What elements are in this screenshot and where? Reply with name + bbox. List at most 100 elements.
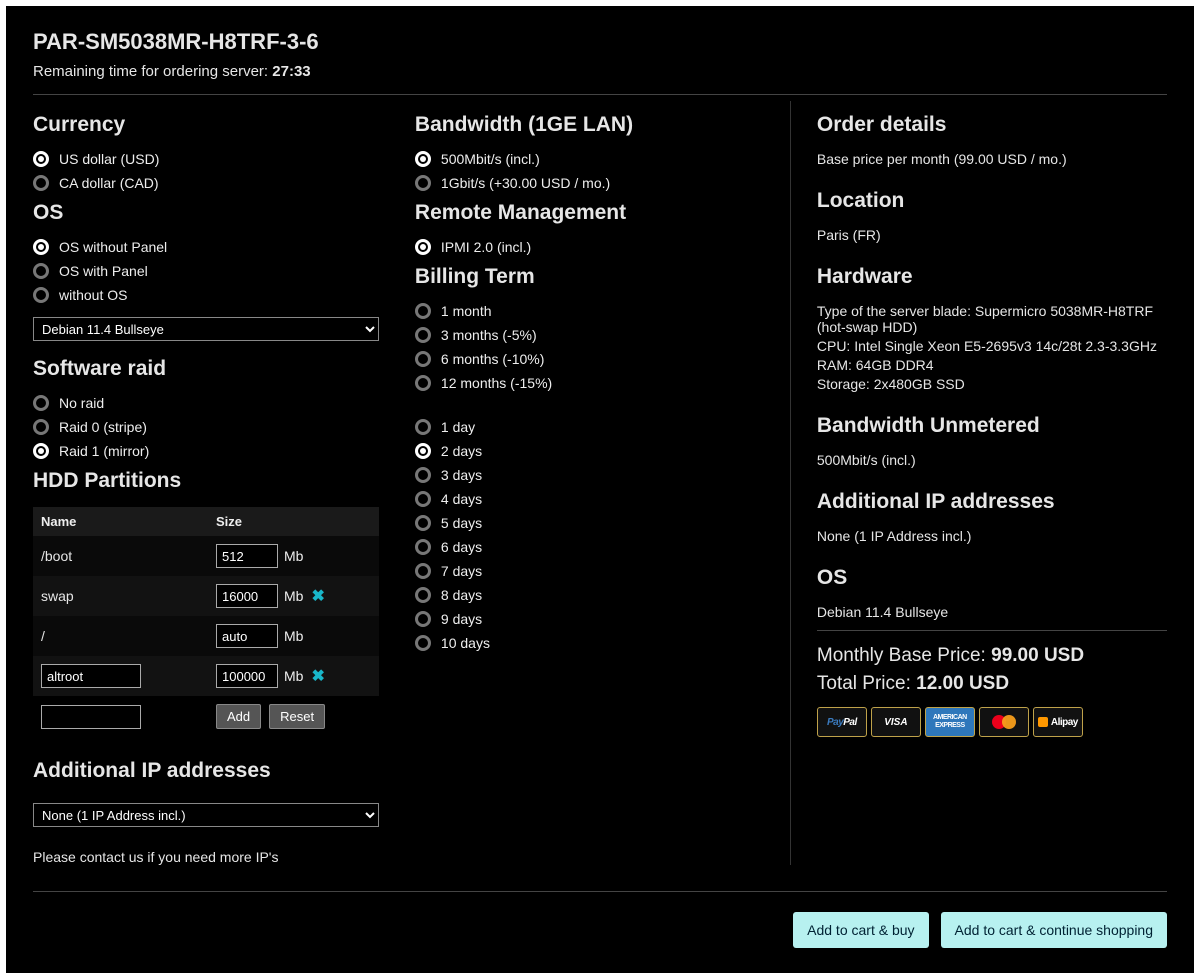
billing-day-option-8[interactable]: 9 days (415, 611, 780, 627)
os-mode-option-2[interactable]: without OS (33, 287, 401, 303)
remote-management-option-0[interactable]: IPMI 2.0 (incl.) (415, 239, 780, 255)
billing-day-label: 5 days (441, 515, 482, 531)
order-hardware-line: Storage: 2x480GB SSD (817, 376, 1167, 392)
order-bandwidth-heading: Bandwidth Unmetered (817, 414, 1167, 438)
payment-method-badges: PayPal VISA AMERICANEXPRESS Alipay (817, 707, 1167, 737)
bandwidth-label: 1Gbit/s (+30.00 USD / mo.) (441, 175, 610, 191)
radio-icon (33, 443, 49, 459)
radio-icon (33, 151, 49, 167)
raid-label: Raid 0 (stripe) (59, 419, 147, 435)
billing-term-heading: Billing Term (415, 265, 780, 289)
software-raid-heading: Software raid (33, 357, 401, 381)
billing-month-option-3[interactable]: 12 months (-15%) (415, 375, 780, 391)
order-hardware-line: Type of the server blade: Supermicro 503… (817, 303, 1167, 335)
bandwidth-option-0[interactable]: 500Mbit/s (incl.) (415, 151, 780, 167)
reset-partitions-button[interactable]: Reset (269, 704, 325, 729)
radio-icon (415, 539, 431, 555)
order-hardware-heading: Hardware (817, 265, 1167, 289)
partitions-col-size: Size (208, 507, 379, 536)
partition-size-input[interactable] (216, 544, 278, 568)
billing-day-option-0[interactable]: 1 day (415, 419, 780, 435)
os-mode-option-0[interactable]: OS without Panel (33, 239, 401, 255)
radio-icon (33, 395, 49, 411)
additional-ip-select[interactable]: None (1 IP Address incl.) (33, 803, 379, 827)
os-distribution-select[interactable]: Debian 11.4 Bullseye (33, 317, 379, 341)
currency-option-0[interactable]: US dollar (USD) (33, 151, 401, 167)
partition-size-input[interactable] (216, 584, 278, 608)
bandwidth-label: 500Mbit/s (incl.) (441, 151, 540, 167)
billing-day-option-3[interactable]: 4 days (415, 491, 780, 507)
billing-day-option-9[interactable]: 10 days (415, 635, 780, 651)
billing-month-option-1[interactable]: 3 months (-5%) (415, 327, 780, 343)
order-base-price-line: Base price per month (99.00 USD / mo.) (817, 151, 1167, 167)
remote-management-heading: Remote Management (415, 201, 780, 225)
raid-option-1[interactable]: Raid 0 (stripe) (33, 419, 401, 435)
bandwidth-option-1[interactable]: 1Gbit/s (+30.00 USD / mo.) (415, 175, 780, 191)
order-price-divider (817, 630, 1167, 631)
payment-badge-alipay: Alipay (1033, 707, 1083, 737)
partition-size-input[interactable] (216, 624, 278, 648)
order-hardware-line: CPU: Intel Single Xeon E5-2695v3 14c/28t… (817, 338, 1167, 354)
billing-day-label: 10 days (441, 635, 490, 651)
new-partition-name-input[interactable] (41, 705, 141, 729)
header-divider (33, 94, 1167, 95)
footer-divider (33, 891, 1167, 892)
billing-month-option-2[interactable]: 6 months (-10%) (415, 351, 780, 367)
remove-partition-icon[interactable]: ✖ (311, 666, 324, 686)
radio-icon (415, 515, 431, 531)
page-title: PAR-SM5038MR-H8TRF-3-6 (33, 29, 1167, 55)
partition-size-unit: Mb (284, 588, 303, 604)
billing-month-option-0[interactable]: 1 month (415, 303, 780, 319)
billing-day-option-4[interactable]: 5 days (415, 515, 780, 531)
radio-icon (415, 175, 431, 191)
add-to-cart-and-buy-button[interactable]: Add to cart & buy (793, 912, 928, 948)
raid-option-2[interactable]: Raid 1 (mirror) (33, 443, 401, 459)
raid-option-0[interactable]: No raid (33, 395, 401, 411)
billing-day-label: 9 days (441, 611, 482, 627)
billing-day-option-1[interactable]: 2 days (415, 443, 780, 459)
order-total-price-label: Total Price: (817, 673, 911, 694)
radio-icon (33, 175, 49, 191)
billing-day-label: 3 days (441, 467, 482, 483)
order-location-value: Paris (FR) (817, 227, 1167, 243)
bandwidth-heading: Bandwidth (1GE LAN) (415, 113, 780, 137)
os-mode-label: OS without Panel (59, 239, 167, 255)
remaining-time-line: Remaining time for ordering server: 27:3… (33, 63, 1167, 80)
billing-day-label: 2 days (441, 443, 482, 459)
radio-icon (415, 611, 431, 627)
billing-day-option-6[interactable]: 7 days (415, 563, 780, 579)
billing-day-option-7[interactable]: 8 days (415, 587, 780, 603)
order-monthly-price-row: Monthly Base Price: 99.00 USD (817, 645, 1167, 667)
order-ip-heading: Additional IP addresses (817, 490, 1167, 514)
os-heading: OS (33, 201, 401, 225)
order-hardware-line: RAM: 64GB DDR4 (817, 357, 1167, 373)
partition-row: swapMb✖ (33, 576, 379, 616)
partition-row: /bootMb (33, 536, 379, 576)
os-mode-label: OS with Panel (59, 263, 148, 279)
partition-size-input[interactable] (216, 664, 278, 688)
radio-icon (415, 491, 431, 507)
currency-label: CA dollar (CAD) (59, 175, 159, 191)
billing-day-option-5[interactable]: 6 days (415, 539, 780, 555)
add-to-cart-and-continue-button[interactable]: Add to cart & continue shopping (941, 912, 1167, 948)
billing-day-label: 1 day (441, 419, 475, 435)
payment-badge-paypal: PayPal (817, 707, 867, 737)
partition-name-input[interactable] (41, 664, 141, 688)
radio-icon (415, 635, 431, 651)
payment-badge-mastercard (979, 707, 1029, 737)
partitions-table: Name Size /bootMbswapMb✖/MbMb✖AddReset (33, 507, 379, 737)
order-bandwidth-value: 500Mbit/s (incl.) (817, 452, 1167, 468)
additional-ip-note: Please contact us if you need more IP's (33, 849, 401, 865)
currency-option-1[interactable]: CA dollar (CAD) (33, 175, 401, 191)
billing-month-label: 1 month (441, 303, 492, 319)
radio-icon (33, 419, 49, 435)
add-partition-button[interactable]: Add (216, 704, 261, 729)
os-mode-label: without OS (59, 287, 127, 303)
billing-day-option-2[interactable]: 3 days (415, 467, 780, 483)
radio-icon (415, 563, 431, 579)
remote-management-label: IPMI 2.0 (incl.) (441, 239, 531, 255)
radio-icon (33, 287, 49, 303)
order-monthly-price-label: Monthly Base Price: (817, 645, 986, 666)
remove-partition-icon[interactable]: ✖ (311, 586, 324, 606)
os-mode-option-1[interactable]: OS with Panel (33, 263, 401, 279)
